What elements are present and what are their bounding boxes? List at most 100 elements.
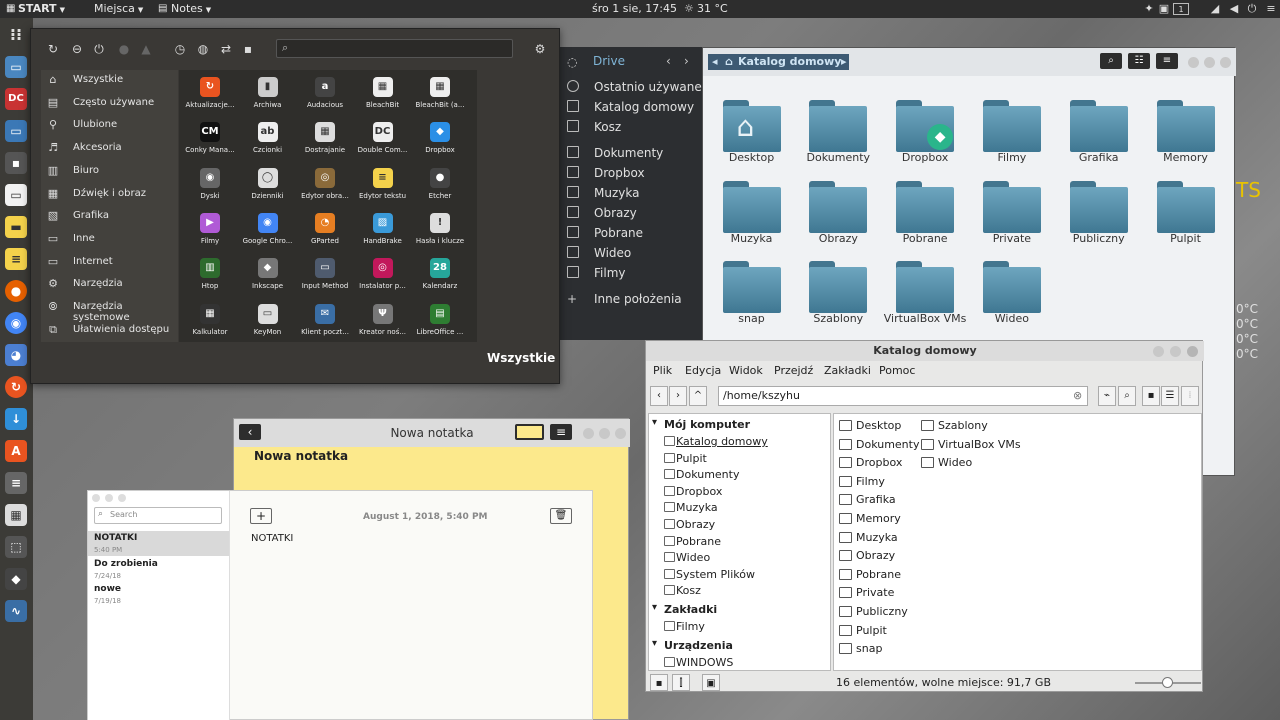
sidebar-item-pulpit[interactable]: Pulpit: [649, 450, 830, 467]
minimize-button[interactable]: [1153, 346, 1164, 357]
power-icon[interactable]: ⏻: [1245, 2, 1259, 16]
sidebar-item-music[interactable]: Muzyka: [560, 183, 702, 203]
usb-creator-icon[interactable]: ◆: [5, 568, 27, 590]
app-input-method[interactable]: ▭ Input Method: [296, 258, 354, 302]
settings-toggle-icon[interactable]: ≡: [5, 472, 27, 494]
breadcrumb[interactable]: ◂ ⌂ Katalog domowy ▸: [708, 54, 849, 70]
clock[interactable]: śro 1 sie, 17:45: [592, 3, 677, 15]
app-conky-mana[interactable]: CM Conky Mana...: [181, 122, 239, 166]
folder-obrazy[interactable]: Obrazy: [789, 173, 875, 251]
maximize-button[interactable]: [1204, 57, 1215, 68]
app-handbrake[interactable]: ▨ HandBrake: [354, 212, 412, 257]
calculator-icon[interactable]: ▦: [5, 504, 27, 526]
compact-view-button[interactable]: ⁞: [1181, 386, 1199, 406]
menu-icon[interactable]: ≡: [1264, 2, 1278, 16]
sidebar-item-recent[interactable]: Ostatnio używane: [560, 77, 702, 97]
sidebar-item-downloads[interactable]: Pobrane: [560, 223, 702, 243]
category-inne[interactable]: ▭ Inne: [41, 229, 178, 251]
color-picker-button[interactable]: [515, 424, 544, 440]
menu-help[interactable]: Pomoc: [879, 364, 915, 377]
minimize-button[interactable]: [1188, 57, 1199, 68]
folder-wideo[interactable]: Wideo: [963, 253, 1049, 331]
notes-search-input[interactable]: ⌕ Search: [94, 507, 222, 524]
up-button[interactable]: ^: [689, 386, 707, 406]
info-pane-button[interactable]: ▣: [702, 674, 720, 691]
sidebar-item-dokumenty[interactable]: Dokumenty: [649, 466, 830, 483]
chevron-down-icon[interactable]: ▾: [652, 638, 657, 649]
category-internet[interactable]: ▭ Internet: [41, 252, 178, 274]
view-toggle-button[interactable]: ☷: [1128, 53, 1150, 69]
notes-app-menu[interactable]: Notes ▼: [171, 3, 211, 16]
folder-desktop[interactable]: ⌂ Desktop: [703, 92, 789, 170]
app-inkscape[interactable]: ◆ Inkscape: [239, 258, 297, 302]
sidebar-item-obrazy[interactable]: Obrazy: [649, 516, 830, 533]
sidebar-item-videos[interactable]: Wideo: [560, 243, 702, 263]
menu-button[interactable]: ≡: [1156, 53, 1178, 69]
folder-muzyka[interactable]: Muzyka: [703, 173, 789, 251]
back-button[interactable]: ‹: [650, 386, 668, 406]
workspace-switcher[interactable]: 1: [1173, 3, 1189, 15]
minimize-button[interactable]: [583, 428, 594, 439]
sidebar-section-computer[interactable]: ▾ Mój komputer: [649, 416, 830, 433]
sticky-text[interactable]: Nowa notatka: [254, 449, 348, 463]
notes-icon[interactable]: ▭: [5, 184, 27, 206]
category-biuro[interactable]: ▥ Biuro: [41, 161, 178, 183]
settings-gear-icon[interactable]: ⚙: [533, 42, 547, 56]
places-pane-button[interactable]: ▪: [650, 674, 668, 691]
menu-edit[interactable]: Edycja: [685, 364, 721, 377]
app-bleachbit[interactable]: ▦ BleachBit: [354, 77, 412, 121]
sidebar-item-dropbox[interactable]: Dropbox: [649, 483, 830, 500]
app-double-com[interactable]: DC Double Com...: [354, 122, 412, 166]
app-edytor-tekstu[interactable]: ≡ Edytor tekstu: [354, 167, 412, 212]
sidebar-section-devices[interactable]: ▾ Urządzenia: [649, 637, 830, 654]
double-commander-icon[interactable]: DC: [5, 88, 27, 110]
system-monitor-icon[interactable]: ∿: [5, 600, 27, 622]
sidebar-item-kosz[interactable]: Kosz: [649, 582, 830, 599]
note-list-item[interactable]: Do zrobienia 7/24/18: [88, 557, 229, 582]
search-button[interactable]: ⌕: [1100, 53, 1122, 69]
app-keymon[interactable]: ▭ KeyMon: [239, 303, 297, 348]
chrome-icon[interactable]: ◉: [5, 312, 27, 334]
sidebar-item-muzyka[interactable]: Muzyka: [649, 499, 830, 516]
network-icon[interactable]: ◢: [1208, 2, 1222, 16]
app-bleachbit-a[interactable]: ▦ BleachBit (a...: [411, 77, 469, 121]
zoom-slider-handle[interactable]: [1162, 677, 1173, 688]
dropbox-tray-icon[interactable]: ✦: [1142, 2, 1156, 16]
maximize-button[interactable]: [599, 428, 610, 439]
drive-label[interactable]: Drive: [593, 54, 625, 68]
sidebar-section-bookmarks[interactable]: ▾ Zakładki: [649, 601, 830, 618]
all-apps-button[interactable]: Wszystkie: [487, 351, 555, 365]
sidebar-item-dropbox[interactable]: Dropbox: [560, 163, 702, 183]
close-button[interactable]: [1187, 346, 1198, 357]
app-filmy[interactable]: ▶ Filmy: [181, 212, 239, 257]
category-narzedzia[interactable]: ⚙ Narzędzia: [41, 274, 178, 296]
sidebar-item-katalog-domowy[interactable]: Katalog domowy: [649, 433, 830, 450]
sidebar-item-system-plikow[interactable]: System Plików: [649, 566, 830, 583]
chevron-down-icon[interactable]: ▾: [652, 417, 657, 428]
chevron-left-icon[interactable]: ◂: [712, 55, 718, 68]
start-menu-icon[interactable]: ▦: [6, 3, 15, 15]
menu-bookmarks[interactable]: Zakładki: [824, 364, 871, 377]
app-dyski[interactable]: ◉ Dyski: [181, 167, 239, 212]
trash-icon[interactable]: 🗑: [550, 508, 572, 524]
maximize-button[interactable]: [1170, 346, 1181, 357]
folder-pulpit[interactable]: Pulpit: [1137, 173, 1223, 251]
back-icon[interactable]: ‹: [666, 54, 671, 68]
icon-view-button[interactable]: ▪: [1142, 386, 1160, 406]
search-input[interactable]: ⌕: [276, 39, 513, 58]
app-gparted[interactable]: ◔ GParted: [296, 212, 354, 257]
sidebar-item-home[interactable]: Katalog domowy: [560, 97, 702, 117]
logout-icon[interactable]: ⊖: [70, 42, 84, 56]
folder-dokumenty[interactable]: Dokumenty: [789, 92, 875, 170]
app-dzienniki[interactable]: ◯ Dzienniki: [239, 167, 297, 212]
app-aktualizacje[interactable]: ↻ Aktualizacje...: [181, 77, 239, 121]
history-icon[interactable]: ◷: [173, 42, 187, 56]
sidebar-item-other-locations[interactable]: + Inne położenia: [560, 289, 702, 309]
chevron-right-icon[interactable]: ▸: [841, 55, 847, 68]
places-menu-button[interactable]: Miejsca ▼: [94, 3, 143, 16]
folder-memory[interactable]: Memory: [1137, 92, 1223, 170]
app-archiwa[interactable]: ▮ Archiwa: [239, 77, 297, 121]
menu-go[interactable]: Przejdź: [774, 364, 813, 377]
note-editor[interactable]: NOTATKI: [251, 533, 293, 544]
folder-private[interactable]: Private: [963, 173, 1049, 251]
